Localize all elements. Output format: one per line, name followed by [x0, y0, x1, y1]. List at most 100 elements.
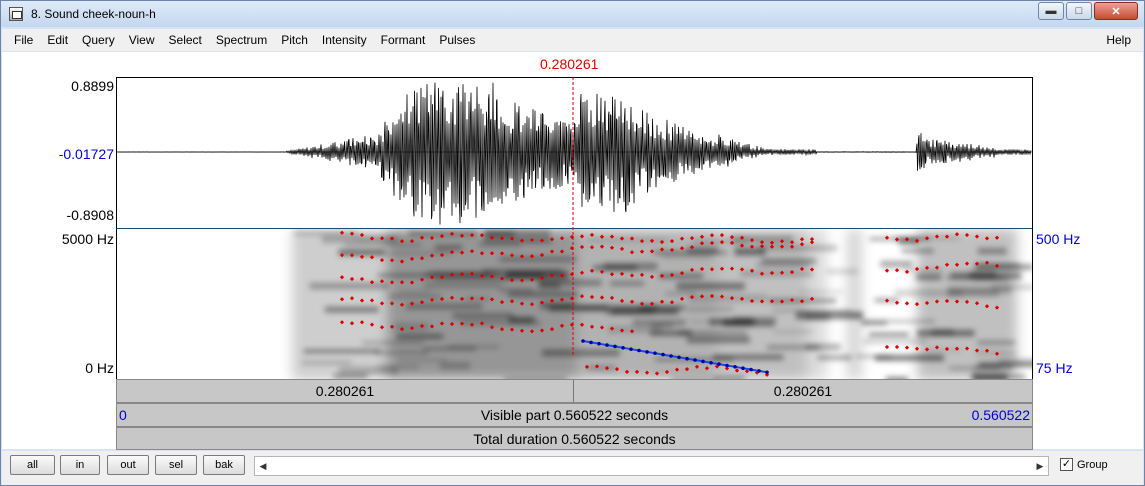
menu-edit[interactable]: Edit: [40, 29, 75, 51]
spectrogram-band: [303, 349, 381, 353]
title-bar[interactable]: 8. Sound cheek-noun-h ▬ □ ✕: [1, 1, 1144, 27]
spectrogram-band: [653, 251, 728, 254]
spectrogram-band: [665, 292, 696, 295]
spectrogram-band: [991, 284, 1032, 290]
menu-select[interactable]: Select: [162, 29, 209, 51]
scroll-left-icon[interactable]: ◀: [256, 458, 270, 474]
spectrogram-band: [863, 338, 927, 345]
zoom-in-button[interactable]: in: [60, 455, 100, 475]
right-half-button[interactable]: 0.280261: [574, 383, 1032, 399]
spectrogram-band: [439, 362, 471, 370]
visible-part-bar[interactable]: 0 Visible part 0.560522 seconds 0.560522: [116, 403, 1033, 427]
spectrogram-band: [338, 249, 385, 256]
waveform-zero-label: -0.01727: [58, 146, 114, 162]
spectrogram-band: [509, 316, 535, 323]
group-toggle[interactable]: ✓ Group: [1060, 458, 1108, 471]
zoom-all-button[interactable]: all: [10, 455, 55, 475]
zoom-out-button[interactable]: out: [107, 455, 149, 475]
spectrogram-band: [805, 313, 830, 321]
spectrogram-band: [817, 354, 852, 361]
spectrogram-band: [723, 320, 775, 327]
spectrogram-band: [869, 332, 909, 337]
visible-end-label: 0.560522: [971, 407, 1030, 423]
spectrogram-band: [587, 365, 616, 371]
spectrogram-band: [506, 271, 569, 279]
pitch-point: [629, 347, 633, 351]
spectrogram-band: [678, 331, 747, 335]
spectrogram-band: [687, 336, 750, 343]
spectrogram-band: [354, 237, 405, 240]
pitch-point: [589, 340, 593, 345]
group-label: Group: [1077, 458, 1108, 471]
horizontal-scrollbar[interactable]: ◀ ▶: [254, 456, 1049, 476]
menu-query[interactable]: Query: [75, 29, 122, 51]
pitch-top-label: 500 Hz: [1036, 231, 1081, 247]
spectrogram-band: [374, 351, 429, 354]
spectrogram-band: [901, 248, 934, 254]
spectrogram-band: [406, 303, 483, 310]
spectrogram-band: [676, 282, 745, 290]
spectrogram-panel[interactable]: [116, 229, 1033, 380]
visible-part-label: Visible part 0.560522 seconds: [480, 407, 669, 423]
spectrogram-band: [499, 256, 577, 262]
menu-pulses[interactable]: Pulses: [432, 29, 482, 51]
window-title: 8. Sound cheek-noun-h: [31, 7, 156, 21]
formant-point: [894, 344, 900, 350]
praat-app-icon: [9, 7, 23, 21]
group-checkbox[interactable]: ✓: [1060, 458, 1073, 471]
spectrogram-band: [880, 260, 913, 268]
menu-intensity[interactable]: Intensity: [315, 29, 374, 51]
menu-pitch[interactable]: Pitch: [274, 29, 315, 51]
total-duration-label: Total duration 0.560522 seconds: [473, 431, 676, 447]
spectrogram-band: [659, 273, 703, 279]
scroll-right-icon[interactable]: ▶: [1033, 458, 1047, 474]
pitch-point: [621, 346, 625, 350]
spectrogram-band: [799, 290, 843, 294]
spectrogram-band: [761, 257, 816, 265]
total-duration-bar[interactable]: Total duration 0.560522 seconds: [116, 427, 1033, 450]
pitch-point: [669, 354, 673, 358]
spectrogram-band: [293, 231, 359, 236]
waveform-max-label: 0.8899: [71, 78, 114, 94]
menu-view[interactable]: View: [122, 29, 162, 51]
pitch-point: [765, 370, 769, 375]
spectrogram-band: [324, 306, 379, 313]
zoom-selection-button[interactable]: sel: [155, 455, 197, 475]
cursor-line: [572, 77, 574, 357]
pitch-point: [645, 350, 649, 354]
spectrogram-band: [434, 277, 510, 281]
menu-help[interactable]: Help: [1106, 29, 1131, 51]
spectrogram-band: [484, 232, 515, 237]
formant-point: [884, 344, 890, 350]
spectrogram-band: [734, 247, 766, 256]
formant-point: [894, 268, 900, 273]
waveform-panel[interactable]: [116, 77, 1033, 230]
spectrogram-band: [588, 238, 668, 241]
pitch-point: [709, 361, 713, 365]
spectrogram-band: [917, 330, 975, 337]
spectrogram-band: [826, 268, 858, 275]
pitch-point: [701, 359, 705, 364]
spectrogram-band: [452, 312, 514, 319]
praat-sound-window: 8. Sound cheek-noun-h ▬ □ ✕ File Edit Qu…: [0, 0, 1145, 486]
maximize-button[interactable]: □: [1066, 2, 1092, 20]
pitch-point: [733, 365, 737, 369]
minimize-button[interactable]: ▬: [1038, 2, 1064, 20]
menu-formant[interactable]: Formant: [374, 29, 433, 51]
spectrogram-band: [388, 294, 441, 298]
spectrogram-band: [977, 340, 1016, 345]
spectrogram-band: [301, 361, 352, 364]
pitch-bottom-label: 75 Hz: [1036, 360, 1073, 376]
zoom-back-button[interactable]: bak: [203, 455, 245, 475]
cursor-time-label: 0.280261: [540, 56, 599, 72]
menu-bar: File Edit Query View Select Spectrum Pit…: [2, 29, 1143, 51]
spectrogram-band: [661, 255, 713, 259]
spectrogram-band: [639, 305, 685, 311]
menu-file[interactable]: File: [2, 29, 40, 51]
left-half-button[interactable]: 0.280261: [117, 383, 573, 399]
close-button[interactable]: ✕: [1094, 2, 1138, 20]
formant-point: [904, 345, 910, 350]
pitch-point: [613, 344, 617, 349]
menu-spectrum[interactable]: Spectrum: [209, 29, 274, 51]
pitch-point: [605, 343, 609, 347]
